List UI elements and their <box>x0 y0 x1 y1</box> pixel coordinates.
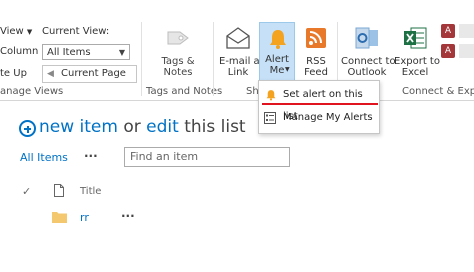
view-menu[interactable]: View ▼ <box>0 26 32 37</box>
list-command-line: new item or edit this list <box>18 117 246 137</box>
current-page-label: Current Page <box>61 68 126 79</box>
rss-feed-label: RSS Feed <box>304 56 328 78</box>
chevron-down-icon: ▼ <box>118 48 125 57</box>
tags-notes-group-label: Tags and Notes <box>146 86 223 97</box>
current-page-control[interactable]: ◀ Current Page <box>42 65 137 83</box>
ribbon: View ▼ Current View: Column All Items ▼ … <box>0 0 474 101</box>
current-view-select[interactable]: All Items ▼ <box>42 44 130 60</box>
row-more-button[interactable]: ··· <box>121 209 135 223</box>
connect-outlook-label: Connect to Outlook <box>341 56 396 78</box>
email-link-button[interactable]: E-mail a Link <box>219 26 260 78</box>
current-view-value: All Items <box>47 47 91 58</box>
tag-icon <box>167 31 189 45</box>
document-icon <box>54 184 64 197</box>
ribbon-partial-icon <box>459 24 474 38</box>
connect-export-group-label: Connect & Expor <box>402 86 474 97</box>
or-text: or <box>123 117 141 137</box>
row-title-link[interactable]: rr <box>80 211 89 224</box>
export-excel-label: Export to Excel <box>394 56 440 78</box>
export-excel-button[interactable]: Export to Excel <box>394 26 440 78</box>
access-icon[interactable]: A <box>441 44 455 58</box>
bell-icon <box>266 90 276 101</box>
chevron-down-icon: ▼ <box>285 66 290 73</box>
connect-outlook-button[interactable]: Connect to Outlook <box>341 26 396 78</box>
more-views-button[interactable]: ··· <box>84 149 98 163</box>
search-placeholder: Find an item <box>130 150 199 163</box>
envelope-icon <box>226 27 250 49</box>
alert-me-button[interactable]: Alert Me ▼ <box>259 22 295 82</box>
tags-notes-button[interactable]: Tags & Notes <box>150 26 206 78</box>
navigate-up-label[interactable]: te Up <box>0 68 27 79</box>
new-item-link[interactable]: new item <box>39 117 118 137</box>
view-all-items[interactable]: All Items <box>20 151 68 164</box>
title-column-header[interactable]: Title <box>80 186 101 197</box>
arrow-left-icon[interactable]: ◀ <box>47 66 54 82</box>
create-column-label[interactable]: Column <box>0 46 38 57</box>
view-label: View <box>0 26 24 37</box>
group-divider <box>213 22 214 96</box>
select-all-checkmark-icon[interactable]: ✓ <box>22 185 31 198</box>
edit-link[interactable]: edit <box>146 117 179 137</box>
alert-me-menu: Set alert on this list Manage My Alerts <box>258 80 380 134</box>
share-group-label: Sh <box>246 86 259 97</box>
manage-alerts-label: Manage My Alerts <box>283 112 373 123</box>
chevron-down-icon: ▼ <box>26 28 33 36</box>
excel-icon <box>404 27 427 49</box>
current-view-label: Current View: <box>42 26 110 37</box>
table-row[interactable]: rr ··· <box>0 208 200 228</box>
group-divider <box>141 22 142 96</box>
tags-notes-label: Tags & Notes <box>161 56 195 78</box>
list-icon <box>264 112 276 124</box>
ribbon-partial-icon <box>459 44 474 58</box>
rss-feed-button[interactable]: RSS Feed <box>300 26 332 78</box>
manage-views-group-label: anage Views <box>0 86 64 97</box>
email-link-label: E-mail a Link <box>219 56 260 78</box>
access-icon[interactable]: A <box>441 24 455 38</box>
search-input[interactable]: Find an item <box>124 147 290 167</box>
outlook-icon <box>355 27 378 49</box>
folder-icon <box>52 212 67 223</box>
rss-icon <box>306 28 326 48</box>
bell-icon <box>270 30 286 49</box>
annotation-underline <box>262 103 378 105</box>
manage-alerts-menu-item[interactable]: Manage My Alerts <box>259 107 379 129</box>
this-list-text: this list <box>184 117 246 137</box>
